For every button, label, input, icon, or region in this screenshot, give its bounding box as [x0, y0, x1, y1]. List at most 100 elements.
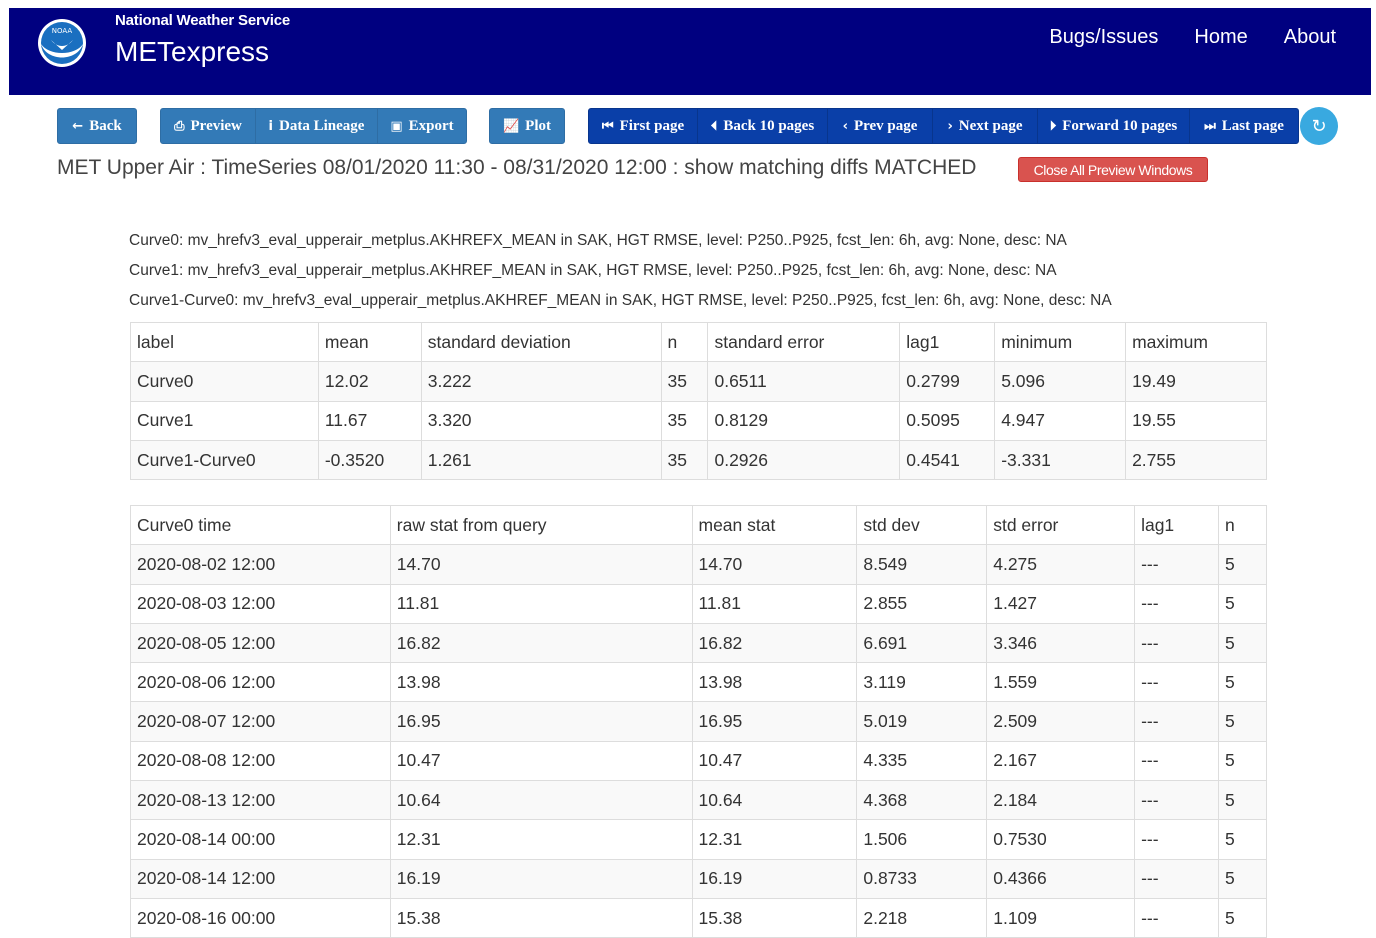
- preview-label: Preview: [190, 117, 242, 134]
- table-cell: 5: [1218, 583, 1267, 624]
- back-10-pages-button[interactable]: ⏴ Back 10 pages: [697, 108, 828, 144]
- back-button[interactable]: ← Back: [57, 108, 137, 144]
- nav-about[interactable]: About: [1284, 26, 1336, 49]
- forward-10-pages-label: Forward 10 pages: [1062, 117, 1178, 134]
- plot-label: Plot: [525, 117, 551, 134]
- refresh-button[interactable]: ↻: [1300, 107, 1338, 145]
- arrow-left-icon: ←: [72, 118, 84, 134]
- curve0-detail-table: Curve0 time raw stat from query mean sta…: [130, 504, 1267, 938]
- table-cell: ---: [1134, 780, 1219, 821]
- preview-button[interactable]: ⎙ Preview: [160, 108, 256, 144]
- table-row: Curve1 11.67 3.320 35 0.8129 0.5095 4.94…: [130, 400, 1267, 441]
- step-backward-icon: ⏴: [710, 118, 718, 134]
- fast-backward-icon: ⏮: [601, 118, 614, 134]
- column-header: std error: [986, 504, 1136, 546]
- svg-text:NOAA: NOAA: [52, 27, 73, 35]
- table-cell: 16.82: [691, 622, 858, 664]
- table-cell: 5: [1218, 701, 1267, 742]
- table-cell: 3.320: [420, 400, 662, 441]
- preview-button-group: ⎙ Preview i Data Lineage ▣ Export: [160, 108, 467, 144]
- table-cell: 11.81: [389, 583, 693, 624]
- top-nav: Bugs/Issues Home About: [1049, 26, 1336, 49]
- table-header-row: Curve0 time raw stat from query mean sta…: [130, 504, 1267, 546]
- export-button[interactable]: ▣ Export: [377, 108, 467, 144]
- column-header: mean: [317, 321, 422, 363]
- table-cell: ---: [1134, 897, 1219, 938]
- plot-button[interactable]: 📈 Plot: [489, 108, 565, 144]
- first-page-button[interactable]: ⏮ First page: [588, 108, 698, 144]
- table-cell: 6.691: [856, 622, 988, 664]
- next-page-button[interactable]: › Next page: [932, 108, 1038, 144]
- last-page-label: Last page: [1221, 117, 1284, 134]
- table-cell: 3.119: [856, 662, 988, 703]
- page-title: MET Upper Air : TimeSeries 08/01/2020 11…: [57, 156, 977, 179]
- table-cell: 2020-08-07 12:00: [130, 701, 391, 742]
- column-header: lag1: [1134, 504, 1219, 546]
- table-row: 2020-08-06 12:00 13.98 13.98 3.119 1.559…: [130, 662, 1267, 703]
- table-row: 2020-08-02 12:00 14.70 14.70 8.549 4.275…: [130, 544, 1267, 585]
- prev-page-button[interactable]: ‹ Prev page: [827, 108, 933, 144]
- fast-forward-icon: ⏭: [1204, 118, 1216, 134]
- print-icon: ⎙: [174, 118, 185, 134]
- table-cell: Curve1-Curve0: [130, 439, 319, 481]
- last-page-button[interactable]: ⏭ Last page: [1189, 108, 1299, 144]
- column-header: n: [660, 321, 709, 363]
- table-cell: 1.109: [986, 897, 1136, 938]
- forward-10-pages-button[interactable]: ⏵ Forward 10 pages: [1037, 108, 1190, 144]
- org-name: National Weather Service: [115, 12, 290, 29]
- table-cell: Curve1: [130, 400, 319, 441]
- nav-home[interactable]: Home: [1194, 26, 1247, 49]
- table-header-row: label mean standard deviation n standard…: [130, 321, 1267, 363]
- table-cell: 0.4541: [899, 439, 996, 481]
- table-cell: 4.368: [856, 780, 988, 821]
- data-lineage-button[interactable]: i Data Lineage: [255, 108, 378, 144]
- line-chart-icon: 📈: [502, 118, 520, 134]
- data-lineage-label: Data Lineage: [279, 117, 365, 134]
- table-cell: ---: [1134, 740, 1219, 782]
- table-cell: 0.8733: [856, 858, 988, 899]
- column-header: Curve0 time: [130, 504, 391, 546]
- back-label: Back: [89, 117, 122, 134]
- back-10-pages-label: Back 10 pages: [723, 117, 815, 134]
- curve-diff-description: Curve1-Curve0: mv_hrefv3_eval_upperair_m…: [129, 292, 1112, 309]
- nav-bugs-issues[interactable]: Bugs/Issues: [1049, 26, 1158, 49]
- table-cell: 10.64: [691, 780, 858, 821]
- table-cell: 2020-08-13 12:00: [130, 780, 391, 821]
- table-cell: 1.506: [856, 819, 988, 860]
- table-cell: 2020-08-14 00:00: [130, 819, 391, 860]
- curve0-description: Curve0: mv_hrefv3_eval_upperair_metplus.…: [129, 232, 1067, 249]
- app-title: METexpress: [115, 36, 270, 67]
- column-header: std dev: [856, 504, 988, 546]
- table-cell: 16.95: [389, 701, 693, 742]
- table-cell: 19.55: [1125, 400, 1267, 441]
- table-cell: 4.947: [994, 400, 1127, 441]
- table-cell: 2020-08-03 12:00: [130, 583, 391, 624]
- column-header: maximum: [1125, 321, 1267, 363]
- table-cell: 2.218: [856, 897, 988, 938]
- column-header: lag1: [899, 321, 996, 363]
- step-forward-icon: ⏵: [1049, 118, 1057, 134]
- table-row: 2020-08-16 00:00 15.38 15.38 2.218 1.109…: [130, 897, 1267, 938]
- close-all-preview-windows-button[interactable]: Close All Preview Windows: [1018, 157, 1208, 182]
- table-cell: 5: [1218, 897, 1267, 938]
- table-cell: 35: [660, 361, 709, 402]
- table-cell: 35: [660, 439, 709, 481]
- table-cell: 2.509: [986, 701, 1136, 742]
- table-cell: 16.19: [691, 858, 858, 899]
- column-header: standard error: [707, 321, 901, 363]
- table-cell: -3.331: [994, 439, 1127, 481]
- table-cell: 0.4366: [986, 858, 1136, 899]
- table-cell: 15.38: [389, 897, 693, 938]
- table-cell: 13.98: [389, 662, 693, 703]
- table-cell: 10.64: [389, 780, 693, 821]
- table-cell: 10.47: [691, 740, 858, 782]
- chevron-right-icon: ›: [947, 118, 953, 134]
- table-cell: 5.096: [994, 361, 1127, 402]
- table-cell: 1.559: [986, 662, 1136, 703]
- table-cell: 3.222: [420, 361, 662, 402]
- first-page-label: First page: [619, 117, 685, 134]
- noaa-logo-icon: NOAA: [38, 19, 86, 67]
- table-cell: 13.98: [691, 662, 858, 703]
- table-cell: 16.95: [691, 701, 858, 742]
- table-cell: 4.275: [986, 544, 1136, 585]
